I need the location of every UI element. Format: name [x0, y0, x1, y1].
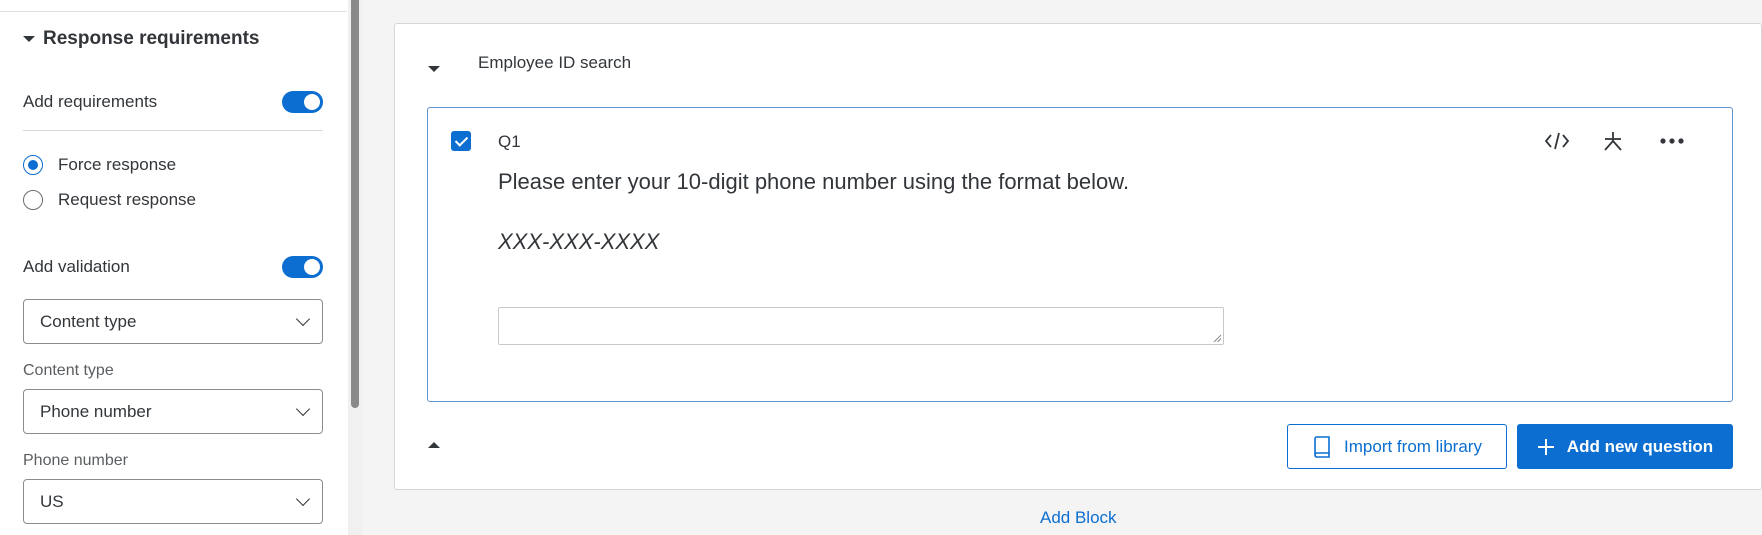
- validation-type-value: Content type: [40, 311, 137, 331]
- block-caret-up-icon[interactable]: [428, 442, 440, 448]
- more-options-button[interactable]: [1657, 126, 1687, 156]
- resize-handle-icon[interactable]: [1213, 334, 1221, 342]
- request-response-option[interactable]: Request response: [23, 190, 196, 210]
- request-response-label: Request response: [58, 190, 196, 209]
- force-response-radio[interactable]: [23, 155, 43, 175]
- answer-text-entry[interactable]: [498, 307, 1224, 345]
- phone-region-value: US: [40, 491, 64, 511]
- more-icon: [1660, 138, 1684, 144]
- question-id[interactable]: Q1: [498, 132, 521, 152]
- question-format-hint[interactable]: XXX-XXX-XXXX: [498, 229, 659, 255]
- add-requirements-toggle[interactable]: [282, 91, 323, 113]
- add-new-question-button[interactable]: Add new question: [1517, 424, 1733, 469]
- content-type-value: Phone number: [40, 401, 152, 421]
- survey-options-panel: Response requirements Add requirements F…: [0, 0, 348, 535]
- plus-icon: [1537, 438, 1554, 455]
- block-title[interactable]: Employee ID search: [478, 53, 631, 73]
- block-collapse-icon[interactable]: [428, 66, 440, 72]
- chevron-down-icon: [295, 401, 311, 416]
- import-from-library-button[interactable]: Import from library: [1287, 424, 1507, 469]
- import-from-library-label: Import from library: [1344, 436, 1482, 456]
- chevron-down-icon: [295, 311, 311, 326]
- content-type-select[interactable]: Phone number: [23, 389, 323, 434]
- force-response-option[interactable]: Force response: [23, 155, 176, 175]
- response-requirements-header[interactable]: Response requirements: [23, 28, 259, 50]
- phone-number-label: Phone number: [23, 452, 128, 469]
- caret-down-icon: [23, 36, 35, 42]
- panel-scrollbar-thumb[interactable]: [351, 0, 359, 408]
- validation-type-select[interactable]: Content type: [23, 299, 323, 344]
- question-text[interactable]: Please enter your 10-digit phone number …: [498, 169, 1129, 195]
- question-select-checkbox[interactable]: [451, 131, 471, 151]
- book-icon: [1314, 435, 1330, 458]
- add-validation-label: Add validation: [23, 257, 130, 276]
- add-requirements-label: Add requirements: [23, 92, 158, 111]
- add-block-link[interactable]: Add Block: [1040, 508, 1117, 528]
- content-type-label: Content type: [23, 362, 114, 379]
- add-new-question-label: Add new question: [1566, 436, 1714, 456]
- phone-region-select[interactable]: US: [23, 479, 323, 524]
- divider: [23, 130, 323, 131]
- section-title: Response requirements: [43, 28, 260, 49]
- asterisk-icon: [1604, 132, 1622, 151]
- required-toggle-button[interactable]: [1598, 126, 1628, 156]
- add-validation-toggle[interactable]: [282, 256, 323, 278]
- code-icon: [1544, 132, 1570, 150]
- chevron-down-icon: [295, 491, 311, 506]
- divider: [0, 11, 347, 12]
- force-response-label: Force response: [58, 155, 177, 174]
- request-response-radio[interactable]: [23, 190, 43, 210]
- code-button[interactable]: [1542, 126, 1572, 156]
